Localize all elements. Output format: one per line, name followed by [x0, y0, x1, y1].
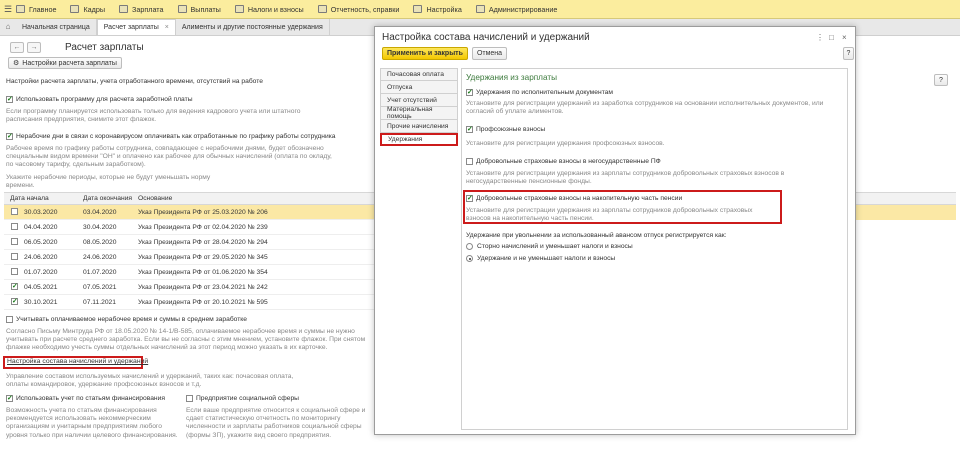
- funding-hint: Возможность учета по статьям финансирова…: [6, 407, 178, 439]
- storno-radio[interactable]: [466, 243, 473, 250]
- help-button[interactable]: ?: [843, 47, 854, 60]
- row-checkbox[interactable]: [11, 252, 18, 260]
- average-earnings-label: Учитывать оплачиваемое нерабочее время и…: [16, 316, 248, 323]
- home-menu-icon: [16, 5, 25, 13]
- forward-arrow-icon[interactable]: →: [27, 42, 41, 53]
- cancel-button[interactable]: Отмена: [472, 47, 507, 60]
- social-sphere-checkbox[interactable]: [186, 395, 193, 402]
- funding-label: Использовать учет по статьям финансирова…: [16, 395, 165, 402]
- salary-settings-form: ← → Расчет зарплаты ⚙ Настройки расчета з…: [0, 36, 375, 450]
- table-row[interactable]: 06.05.2020 08.05.2020 Указ Президента РФ…: [4, 235, 375, 250]
- tab-start-page[interactable]: Начальная страница: [16, 19, 97, 35]
- nav-item-material-aid[interactable]: Материальная помощь: [380, 106, 458, 120]
- union-dues-checkbox[interactable]: ✓: [466, 126, 473, 133]
- taxes-icon: [234, 5, 244, 13]
- table-row[interactable]: 04.04.2020 30.04.2020 Указ Президента РФ…: [4, 220, 375, 235]
- menu-payments[interactable]: Выплаты: [177, 5, 221, 14]
- table-row[interactable]: 24.06.2020 24.06.2020 Указ Президента РФ…: [4, 250, 375, 265]
- row-checkbox[interactable]: [11, 237, 18, 245]
- writ-deductions-hint: Установите для регистрации удержаний из …: [466, 100, 824, 116]
- storno-radio-label: Сторно начислений и уменьшает налоги и в…: [477, 243, 633, 250]
- staff-icon: [70, 5, 80, 13]
- menu-settings[interactable]: Настройка: [413, 5, 462, 14]
- close-icon[interactable]: ×: [842, 33, 847, 42]
- covid-hint: Рабочее время по графику работы сотрудни…: [6, 145, 332, 169]
- social-sphere-hint: Если ваше предприятие относится к социал…: [186, 407, 366, 439]
- writ-deductions-checkbox[interactable]: ✓: [466, 89, 473, 96]
- menu-taxes[interactable]: Налоги и взносы: [234, 5, 304, 14]
- dialog-title: Настройка состава начислений и удержаний: [382, 32, 590, 43]
- settings-button[interactable]: ⚙ Настройки расчета зарплаты: [8, 57, 122, 69]
- writ-deductions-label: Удержания по исполнительным документам: [476, 89, 614, 96]
- funding-checkbox[interactable]: ✓: [6, 395, 13, 402]
- composition-hint: Управление составом используемых начисле…: [6, 373, 294, 389]
- tab-salary-calc[interactable]: Расчет зарплаты ×: [96, 19, 176, 35]
- pension-savings-label: Добровольные страховые взносы на накопит…: [476, 195, 683, 202]
- table-header-extension: [856, 192, 956, 205]
- table-row[interactable]: ✓ 04.05.2021 07.05.2021 Указ Президента Р…: [4, 280, 375, 295]
- covid-checkbox[interactable]: ✓: [6, 133, 13, 140]
- deduction-radio-label: Удержание и не уменьшает налоги и взносы: [477, 255, 616, 262]
- nonworking-periods-table: Дата начала Дата окончания Основание 30.…: [4, 192, 375, 310]
- payments-icon: [177, 5, 187, 13]
- vacation-deduction-title: Удержание при увольнении за использованн…: [466, 232, 727, 239]
- use-program-checkbox[interactable]: ✓: [6, 96, 13, 103]
- npf-contributions-checkbox[interactable]: [466, 158, 473, 165]
- section-subtitle: Настройки расчета зарплаты, учета отрабо…: [6, 78, 263, 85]
- table-row[interactable]: 30.03.2020 03.04.2020 Указ Президента РФ…: [4, 205, 375, 220]
- periods-hint: Укажите нерабочие периоды, которые не бу…: [6, 174, 211, 190]
- settings-icon: [413, 5, 423, 13]
- composition-settings-dialog: Настройка состава начислений и удержаний…: [374, 26, 856, 435]
- pension-savings-checkbox[interactable]: ✓: [466, 195, 473, 202]
- home-icon[interactable]: ⌂: [0, 18, 16, 35]
- nav-item-hourly-pay[interactable]: Почасовая оплата: [380, 68, 458, 81]
- more-icon[interactable]: ⋮: [816, 33, 824, 42]
- row-checkbox[interactable]: [11, 222, 18, 230]
- apply-and-close-button[interactable]: Применить и закрыть: [382, 47, 468, 60]
- row-checkbox[interactable]: ✓: [11, 282, 18, 290]
- union-dues-label: Профсоюзные взносы: [476, 126, 546, 133]
- page-title: Расчет зарплаты: [65, 42, 144, 53]
- nav-item-other-accruals[interactable]: Прочие начисления: [380, 120, 458, 133]
- back-arrow-icon[interactable]: ←: [10, 42, 24, 53]
- selected-row-extension: [856, 205, 956, 220]
- social-sphere-label: Предприятие социальной сферы: [196, 395, 299, 402]
- section-title: Удержания из зарплаты: [466, 73, 557, 82]
- tab-alimony[interactable]: Алименты и другие постоянные удержания: [176, 19, 330, 35]
- admin-icon: [475, 5, 485, 13]
- union-dues-hint: Установите для регистрации удержания про…: [466, 140, 665, 147]
- salary-icon: [119, 5, 129, 13]
- average-earnings-checkbox[interactable]: [6, 316, 13, 323]
- deduction-radio[interactable]: [466, 255, 473, 262]
- main-menu-bar: ☰ Главное Кадры Зарплата Выплаты Налоги …: [0, 0, 960, 19]
- row-checkbox[interactable]: ✓: [11, 297, 18, 305]
- table-header: Дата начала Дата окончания Основание: [4, 192, 375, 205]
- npf-contributions-label: Добровольные страховые взносы в негосуда…: [476, 158, 661, 165]
- close-icon[interactable]: ×: [165, 24, 169, 31]
- table-row[interactable]: 01.07.2020 01.07.2020 Указ Президента РФ…: [4, 265, 375, 280]
- npf-contributions-hint: Установите для регистрации удержания из …: [466, 170, 785, 186]
- row-checkbox[interactable]: [11, 267, 18, 275]
- menu-main[interactable]: Главное: [16, 5, 56, 14]
- settings-icon: ⚙: [13, 60, 20, 67]
- maximize-icon[interactable]: □: [829, 33, 834, 42]
- reports-icon: [317, 5, 327, 13]
- composition-settings-link[interactable]: Настройка состава начислений и удержаний: [7, 358, 148, 365]
- sections-grid-icon[interactable]: ☰: [0, 0, 16, 19]
- menu-reports[interactable]: Отчетность, справки: [317, 5, 399, 14]
- menu-salary[interactable]: Зарплата: [119, 5, 164, 14]
- pension-savings-hint: Установите для регистрации удержания из …: [466, 207, 753, 223]
- menu-staff[interactable]: Кадры: [70, 5, 105, 14]
- nav-item-vacations[interactable]: Отпуска: [380, 81, 458, 94]
- help-button[interactable]: ?: [934, 74, 948, 86]
- use-program-hint: Если программу планируется использовать …: [6, 108, 301, 124]
- covid-label: Нерабочие дни в связи с коронавирусом оп…: [16, 133, 336, 140]
- average-earnings-hint: Согласно Письму Минтруда РФ от 18.05.202…: [6, 328, 366, 352]
- table-row[interactable]: ✓ 30.10.2021 07.11.2021 Указ Президента Р…: [4, 295, 375, 310]
- use-program-label: Использовать программу для расчета зараб…: [16, 96, 193, 103]
- dialog-nav: Почасовая оплата Отпуска Учет отсутствий…: [380, 68, 458, 146]
- row-checkbox[interactable]: [11, 207, 18, 215]
- menu-admin[interactable]: Администрирование: [475, 5, 557, 14]
- nav-item-deductions[interactable]: Удержания: [380, 133, 458, 146]
